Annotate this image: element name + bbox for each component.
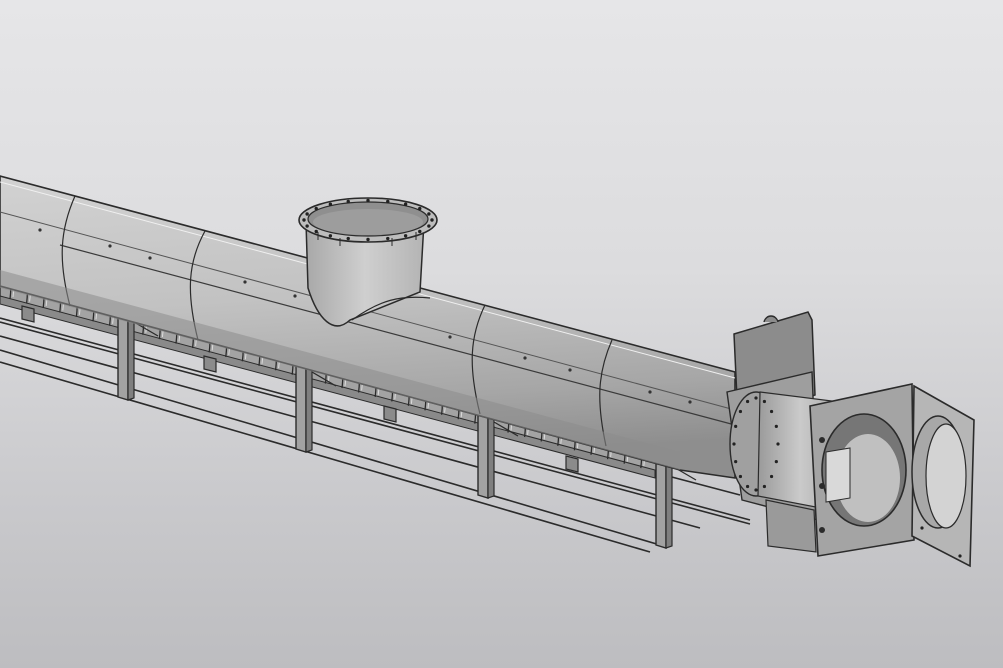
flange-bolt [732,442,736,446]
flange-bolt [734,424,738,428]
flange-bolt [774,424,778,428]
flange-bolt [328,202,333,206]
flange-bolt [346,236,350,241]
flange-bolt [738,474,743,479]
frame-bracket [565,455,579,473]
flange-bolt [430,218,434,222]
flange-bolt [328,234,333,238]
flange-bolt [776,442,780,446]
flange-bolt [314,229,318,234]
flange-bolt [427,224,431,228]
flange-bolt [305,212,309,216]
outlet-flange [726,371,915,557]
flange-bolt [418,206,422,211]
flange-bolt [738,409,743,414]
flange-bolt [386,199,390,204]
flange-bolt [754,488,758,492]
flange-bolt [754,396,758,400]
flange-bolt [762,399,767,404]
flange-bolt [762,484,767,489]
frame-bracket [203,355,217,373]
flange-bolt [745,399,750,404]
flange-bolt [302,218,306,222]
flange-bolt [774,460,778,464]
flange-bolt [403,202,408,206]
flange-bolt [366,198,370,203]
flange-bolt [745,484,750,489]
flange-bolt [346,199,350,204]
flange-bolt [418,229,422,234]
flange-bolt [769,474,774,479]
flange-bolt [366,237,370,242]
flange-bolt [305,224,309,228]
flange-bolt [769,409,774,414]
flange-bolt [403,234,408,238]
frame-bracket [383,405,397,423]
flange-bolt [427,212,431,216]
flange-bolt [386,236,390,241]
hinged-inspection-door [911,384,975,568]
cad-viewport[interactable] [0,0,1003,668]
flange-bolt [314,206,318,211]
flange-bolt [734,460,738,464]
frame-bracket [21,305,35,323]
conveyor-model [0,175,975,568]
